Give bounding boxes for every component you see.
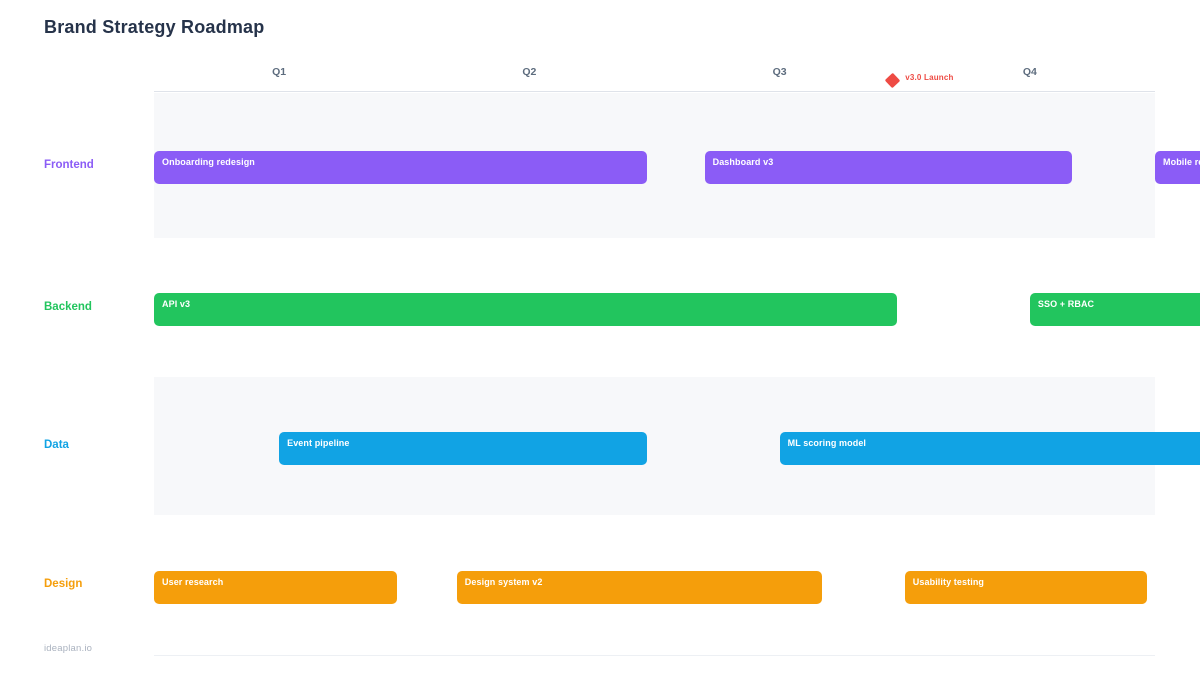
task-label: Design system v2 [457, 571, 822, 587]
quarter-label: Q4 [1023, 66, 1037, 78]
task-bar[interactable]: Dashboard v3 [705, 151, 1073, 184]
task-bar[interactable]: Event pipeline [279, 432, 647, 465]
task-label: Dashboard v3 [705, 151, 1073, 167]
task-label: Event pipeline [279, 432, 647, 448]
task-label: ML scoring model [780, 432, 1200, 448]
task-bar[interactable]: API v3 [154, 293, 897, 326]
task-bar[interactable]: Usability testing [905, 571, 1148, 604]
task-label: SSO + RBAC [1030, 293, 1200, 309]
chart-bottom-line [154, 655, 1155, 656]
milestone-label: v3.0 Launch [905, 73, 953, 82]
lane-label-data: Data [44, 439, 69, 451]
quarter-label: Q1 [272, 66, 286, 78]
task-label: API v3 [154, 293, 897, 309]
milestone-diamond-icon[interactable] [884, 73, 900, 89]
page-title: Brand Strategy Roadmap [44, 17, 264, 38]
brand-footer: ideaplan.io [44, 643, 92, 654]
task-bar[interactable]: Design system v2 [457, 571, 822, 604]
task-bar[interactable]: User research [154, 571, 397, 604]
task-label: User research [154, 571, 397, 587]
task-bar[interactable]: Mobile redesign [1155, 151, 1200, 184]
lane-label-frontend: Frontend [44, 159, 94, 171]
lane-label-design: Design [44, 578, 82, 590]
quarter-label: Q3 [773, 66, 787, 78]
quarter-label: Q2 [522, 66, 536, 78]
task-label: Mobile redesign [1155, 151, 1200, 167]
task-bar[interactable]: Onboarding redesign [154, 151, 647, 184]
task-bar[interactable]: SSO + RBAC [1030, 293, 1200, 326]
task-label: Usability testing [905, 571, 1148, 587]
lane-label-backend: Backend [44, 301, 92, 313]
roadmap-chart: Brand Strategy Roadmap Q1 Q2 Q3 Q4 Frontend O… [0, 0, 1200, 675]
task-bar[interactable]: ML scoring model [780, 432, 1200, 465]
timeline-header-line [154, 91, 1155, 92]
task-label: Onboarding redesign [154, 151, 647, 167]
